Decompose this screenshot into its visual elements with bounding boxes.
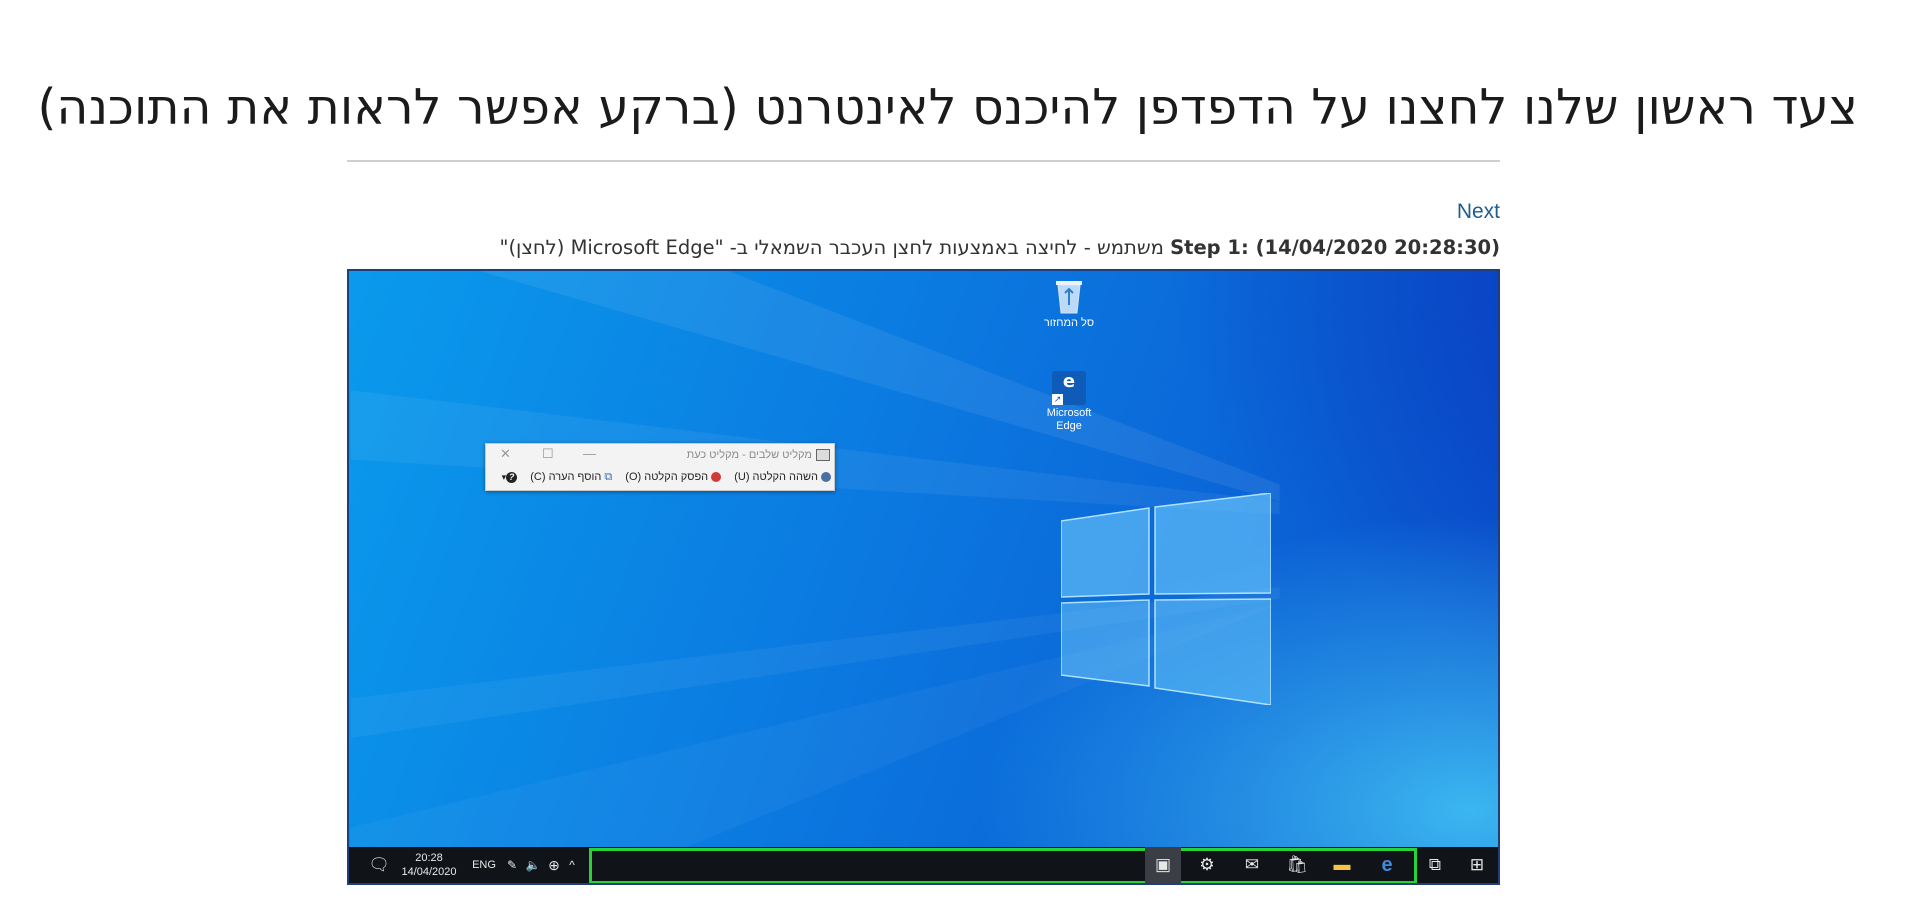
next-link[interactable]: Next <box>1457 200 1500 224</box>
edge-shortcut-label: Microsoft Edge <box>1046 407 1092 432</box>
mail-taskbar-icon[interactable]: ✉ <box>1234 847 1270 883</box>
taskbar-clock[interactable]: 20:28 14/04/2020 <box>399 847 459 883</box>
start-button-icon[interactable]: ⊞ <box>1459 847 1495 883</box>
pause-record-button[interactable]: השהה הקלטה (U) <box>734 471 831 483</box>
edge-taskbar-icon[interactable]: e <box>1369 847 1405 883</box>
action-center-icon[interactable]: 🗨 <box>361 847 397 883</box>
recorder-toolbar: השהה הקלטה (U) הפסק הקלטה (O) ⧉ הוסף הער… <box>489 468 831 486</box>
shortcut-arrow-icon: ↗ <box>1052 394 1063 405</box>
steps-recorder-taskbar-icon[interactable]: ▣ <box>1145 847 1181 883</box>
step-screenshot: סל המחזור e ↗ Microsoft Edge מקליט שלבים… <box>347 269 1500 885</box>
comment-icon: ⧉ <box>601 471 613 483</box>
volume-icon[interactable]: 🔈 <box>523 847 543 883</box>
stop-record-button[interactable]: הפסק הקלטה (O) <box>625 471 722 483</box>
recorder-app-icon <box>816 449 830 462</box>
wallpaper-light-beams <box>350 271 1280 883</box>
language-indicator[interactable]: ENG <box>469 847 499 883</box>
recycle-bin-label: סל המחזור <box>1043 317 1095 329</box>
pen-icon[interactable]: ✎ <box>503 847 521 883</box>
recorder-title: מקליט שלבים - מקליט כעת <box>686 449 812 461</box>
stop-icon <box>711 472 722 483</box>
step-detail: משתמש - לחיצה באמצעות לחצן העכבר השמאלי … <box>499 236 1171 259</box>
edge-letter: e <box>1062 371 1076 392</box>
page-heading: צעד ראשון שלנו לחצנו על הדפדפן להיכנס לא… <box>37 79 1858 136</box>
minimize-button[interactable]: — <box>583 445 596 463</box>
taskbar: 🗨 20:28 14/04/2020 ENG ✎ 🔈 ⊕ ^ ▣ ⚙ ✉ 🛍 ▬ … <box>349 847 1498 883</box>
heading-divider <box>347 160 1500 162</box>
file-explorer-taskbar-icon[interactable]: ▬ <box>1324 847 1360 883</box>
close-button[interactable]: ✕ <box>500 445 511 463</box>
step-description: Step 1: (14/04/2020 20:28:30) משתמש - לח… <box>499 235 1500 261</box>
clock-time: 20:28 <box>415 852 443 864</box>
pause-icon <box>821 472 831 483</box>
maximize-button[interactable]: ☐ <box>542 445 554 463</box>
edge-icon: e ↗ <box>1052 371 1086 405</box>
help-icon: ? <box>506 471 518 483</box>
store-taskbar-icon[interactable]: 🛍 <box>1279 847 1315 883</box>
settings-taskbar-icon[interactable]: ⚙ <box>1189 847 1225 883</box>
help-button[interactable]: ?▾ <box>502 471 518 483</box>
windows-logo-wallpaper <box>1061 493 1271 705</box>
clock-date: 14/04/2020 <box>401 866 457 878</box>
recycle-bin-desktop-icon[interactable]: סל המחזור <box>1039 277 1099 330</box>
task-view-icon[interactable]: ⧉ <box>1417 847 1453 883</box>
recycle-bin-icon <box>1052 277 1086 315</box>
steps-recorder-window[interactable]: מקליט שלבים - מקליט כעת ✕ ☐ — השהה הקלטה… <box>485 443 835 491</box>
edge-desktop-shortcut[interactable]: e ↗ Microsoft Edge <box>1039 371 1099 433</box>
network-icon[interactable]: ⊕ <box>545 847 563 883</box>
show-hidden-icons-chevron-icon[interactable]: ^ <box>563 847 581 883</box>
recorder-title-bar: מקליט שלבים - מקליט כעת <box>490 446 830 464</box>
add-comment-button[interactable]: ⧉ הוסף הערה (C) <box>530 471 612 483</box>
step-title: Step 1: (14/04/2020 20:28:30) <box>1170 236 1500 259</box>
